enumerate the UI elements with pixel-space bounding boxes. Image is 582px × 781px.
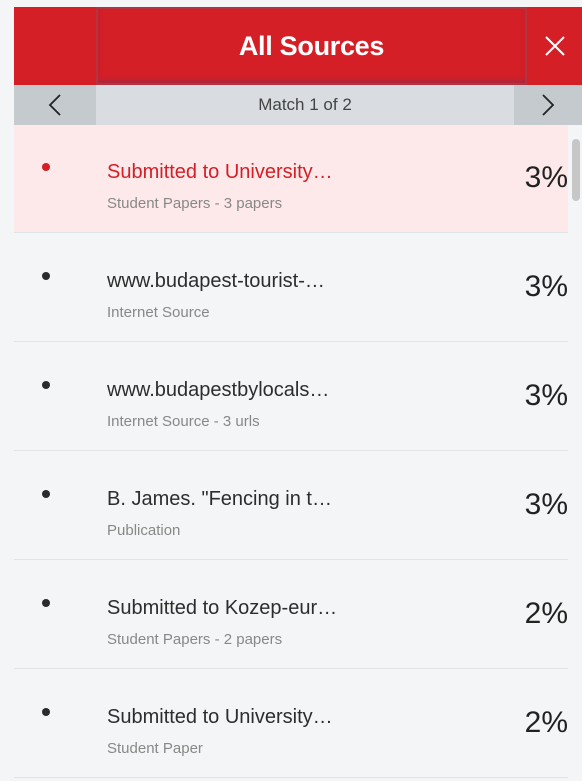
source-subtitle: Student Papers - 2 papers — [107, 631, 283, 648]
source-percent: 3% — [524, 161, 568, 194]
source-list: Submitted to University… Student Papers … — [14, 125, 582, 781]
bullet-icon — [42, 490, 50, 498]
source-item[interactable]: Submitted to Kozep-eur… Student Papers -… — [14, 561, 568, 669]
bullet-icon — [42, 599, 50, 607]
match-navigation-bar: Match 1 of 2 — [14, 85, 582, 125]
chevron-right-icon — [542, 94, 555, 116]
previous-match-button[interactable] — [14, 85, 96, 125]
source-item[interactable]: www.budapestbylocals… Internet Source - … — [14, 343, 568, 451]
source-title: Submitted to University… — [107, 161, 333, 183]
source-title: Submitted to University… — [107, 706, 333, 728]
header-title-box: All Sources — [96, 7, 527, 85]
source-title: B. James. "Fencing in t… — [107, 488, 332, 510]
close-button[interactable] — [528, 7, 582, 85]
scrollbar-thumb[interactable] — [572, 139, 580, 201]
bullet-icon — [42, 381, 50, 389]
bullet-icon — [42, 708, 50, 716]
source-subtitle: Internet Source - 3 urls — [107, 413, 260, 430]
source-subtitle: Student Papers - 3 papers — [107, 195, 283, 212]
chevron-left-icon — [48, 94, 61, 116]
scrollbar-track[interactable] — [568, 125, 582, 781]
source-item[interactable]: Submitted to University… Student Paper 2… — [14, 670, 568, 778]
source-subtitle: Internet Source — [107, 304, 210, 321]
bullet-icon — [42, 272, 50, 280]
source-percent: 3% — [524, 270, 568, 303]
source-subtitle: Publication — [107, 522, 181, 539]
source-percent: 2% — [524, 706, 568, 739]
source-percent: 3% — [524, 488, 568, 521]
source-title: www.budapestbylocals… — [107, 379, 330, 401]
bullet-icon — [42, 163, 50, 171]
panel-header: All Sources — [14, 7, 582, 85]
source-percent: 2% — [524, 597, 568, 630]
close-icon — [545, 36, 565, 56]
source-title: www.budapest-tourist-… — [107, 270, 325, 292]
next-match-button[interactable] — [514, 85, 582, 125]
all-sources-panel: All Sources Match 1 of 2 Submitted to Un… — [0, 0, 582, 781]
source-title: Submitted to Kozep-eur… — [107, 597, 338, 619]
source-item[interactable]: B. James. "Fencing in t… Publication 3% — [14, 452, 568, 560]
match-counter: Match 1 of 2 — [258, 95, 352, 114]
panel-title: All Sources — [238, 30, 385, 61]
source-item[interactable]: www.budapest-tourist-… Internet Source 3… — [14, 234, 568, 342]
source-percent: 3% — [524, 379, 568, 412]
source-subtitle: Student Paper — [107, 740, 203, 757]
header-left-block — [14, 7, 96, 85]
source-item[interactable]: Submitted to University… Student Papers … — [14, 125, 568, 233]
